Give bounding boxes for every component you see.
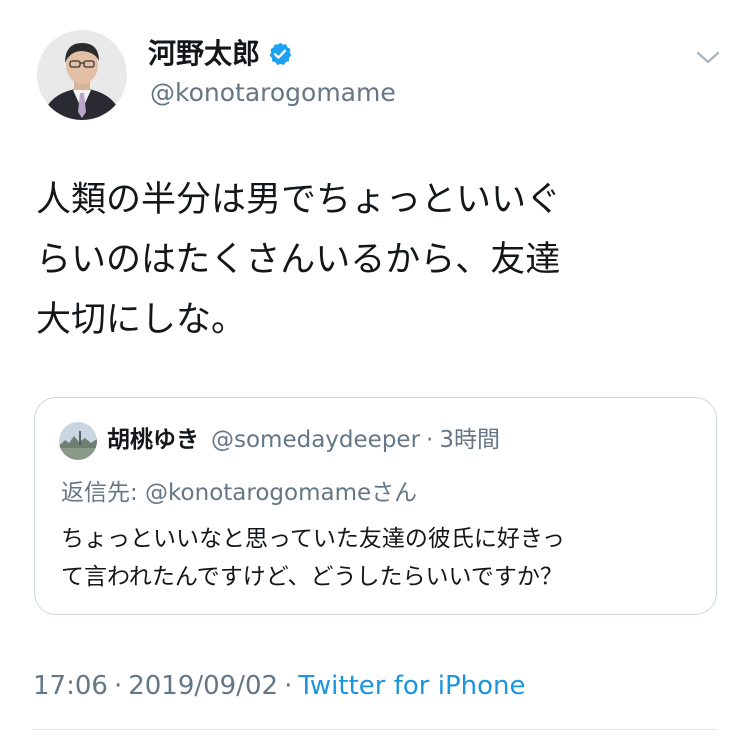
author-display-name[interactable]: 河野太郎 bbox=[148, 36, 260, 72]
quoted-author-name: 胡桃ゆき bbox=[107, 427, 199, 453]
tweet-text-line: 人類の半分は男でちょっといいぐ bbox=[36, 180, 562, 220]
quoted-author-handle: @somedaydeeper bbox=[211, 427, 421, 453]
quoted-tweet-text-line: て言われたんですけど、どうしたらいいですか？ bbox=[61, 564, 563, 590]
tweet-date[interactable]: 2019/09/02 bbox=[128, 671, 278, 701]
quoted-tweet-time: 3時間 bbox=[439, 427, 500, 453]
tweet-time[interactable]: 17:06 bbox=[33, 671, 108, 701]
quoted-tweet-card[interactable]: 胡桃ゆき @somedaydeeper · 3時間 返信先: @konotaro… bbox=[34, 397, 717, 615]
chevron-down-icon[interactable] bbox=[694, 48, 722, 68]
reply-to-label: 返信先: @konotarogomameさん bbox=[61, 480, 418, 506]
divider bbox=[33, 729, 717, 730]
quoted-tweet-text-line: ちょっといいなと思っていた友達の彼氏に好きっ bbox=[61, 526, 565, 552]
tweet-source-link[interactable]: Twitter for iPhone bbox=[298, 671, 525, 701]
quoted-tweet-text: ちょっといいなと思っていた友達の彼氏に好きっ て言われたんですけど、どうしたらい… bbox=[61, 520, 701, 596]
separator-dot: · bbox=[284, 671, 293, 701]
verified-badge-icon bbox=[267, 41, 293, 67]
separator-dot: · bbox=[426, 427, 434, 453]
tweet-meta: 17:06 · 2019/09/02 · Twitter for iPhone bbox=[33, 668, 526, 704]
tweet-text-line: らいのはたくさんいるから、友達 bbox=[36, 240, 561, 280]
separator-dot: · bbox=[113, 671, 123, 701]
author-avatar[interactable] bbox=[37, 30, 127, 120]
author-name-row: 河野太郎 bbox=[148, 36, 293, 72]
tweet-text-line: 大切にしな。 bbox=[36, 300, 247, 340]
author-handle[interactable]: @konotarogomame bbox=[150, 76, 396, 110]
quoted-author-avatar bbox=[59, 422, 97, 460]
tweet-text: 人類の半分は男でちょっといいぐ らいのはたくさんいるから、友達 大切にしな。 bbox=[36, 170, 726, 350]
quoted-tweet-header: 胡桃ゆき @somedaydeeper · 3時間 bbox=[107, 424, 500, 456]
